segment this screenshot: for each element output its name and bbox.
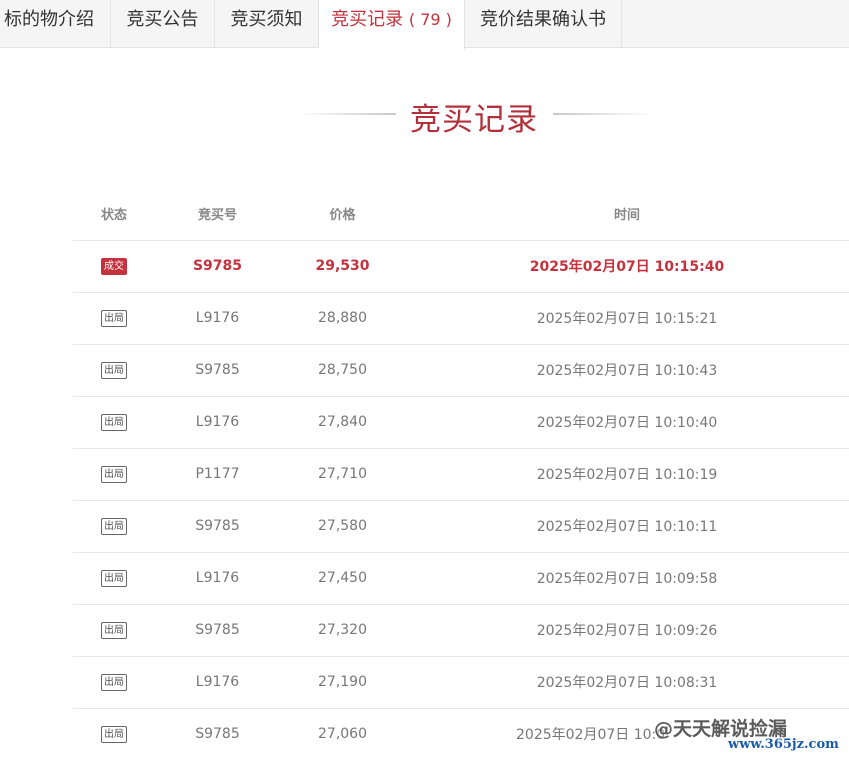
section-heading: 竞买记录 xyxy=(0,88,849,138)
status-cell: 出局 xyxy=(73,448,155,501)
price-cell: 29,530 xyxy=(280,240,405,293)
price-cell: 28,880 xyxy=(280,292,405,345)
bidder-cell: L9176 xyxy=(155,396,280,449)
time-cell: 2025年02月07日 10:10:11 xyxy=(405,500,849,553)
bidder-cell: L9176 xyxy=(155,552,280,605)
tab-label: 竞买记录 xyxy=(331,9,404,30)
bidder-cell: S9785 xyxy=(155,344,280,397)
tab-label: 竞买公告 xyxy=(126,9,199,30)
table-row: 出局 S9785 27,580 2025年02月07日 10:10:11 xyxy=(73,500,849,553)
status-badge: 出局 xyxy=(101,362,127,379)
tab-result-confirmation[interactable]: 竞价结果确认书 xyxy=(465,0,622,48)
status-cell: 成交 xyxy=(73,240,155,293)
price-cell: 27,320 xyxy=(280,604,405,657)
status-cell: 出局 xyxy=(73,552,155,605)
time-cell: 2025年02月07日 10:08:31 xyxy=(405,656,849,709)
status-badge: 出局 xyxy=(101,674,127,691)
table-row: 出局 L9176 27,190 2025年02月07日 10:08:31 xyxy=(73,656,849,709)
time-cell: 2025年02月07日 10:09:26 xyxy=(405,604,849,657)
price-cell: 27,450 xyxy=(280,552,405,605)
price-cell: 27,190 xyxy=(280,656,405,709)
bidder-cell: S9785 xyxy=(155,604,280,657)
status-badge: 出局 xyxy=(101,414,127,431)
price-cell: 27,710 xyxy=(280,448,405,501)
status-cell: 出局 xyxy=(73,292,155,345)
status-badge: 出局 xyxy=(101,726,127,743)
tab-bar: 标的物介绍 竞买公告 竞买须知 竞买记录 ( 79 ) 竞价结果确认书 xyxy=(0,0,849,49)
table-row: 出局 S9785 27,320 2025年02月07日 10:09:26 xyxy=(73,604,849,657)
status-badge: 成交 xyxy=(101,258,127,275)
bidder-cell: L9176 xyxy=(155,656,280,709)
table-row: 出局 P1177 27,710 2025年02月07日 10:10:19 xyxy=(73,448,849,501)
watermark-url: www.365jz.com xyxy=(728,737,839,752)
time-cell: 2025年02月07日 10:10:19 xyxy=(405,448,849,501)
bidder-cell: S9785 xyxy=(155,500,280,553)
status-cell: 出局 xyxy=(73,344,155,397)
header-time: 时间 xyxy=(405,188,849,241)
bidder-cell: S9785 xyxy=(155,240,280,293)
time-cell: 2025年02月07日 10:15:40 xyxy=(405,240,849,293)
status-badge: 出局 xyxy=(101,570,127,587)
table-row: 出局 L9176 28,880 2025年02月07日 10:15:21 xyxy=(73,292,849,345)
status-badge: 出局 xyxy=(101,518,127,535)
tab-notice[interactable]: 竞买须知 xyxy=(215,0,319,48)
tab-bid-records[interactable]: 竞买记录 ( 79 ) xyxy=(319,0,465,49)
table-header-row: 状态 竞买号 价格 时间 xyxy=(73,188,849,241)
tab-label: 竞价结果确认书 xyxy=(480,9,606,30)
price-cell: 27,060 xyxy=(280,708,405,760)
tab-announcement[interactable]: 竞买公告 xyxy=(111,0,215,48)
bidder-cell: L9176 xyxy=(155,292,280,345)
tab-item-intro[interactable]: 标的物介绍 xyxy=(0,0,111,48)
table-row: 成交 S9785 29,530 2025年02月07日 10:15:40 xyxy=(73,240,849,293)
heading-divider-right xyxy=(553,113,653,115)
status-badge: 出局 xyxy=(101,466,127,483)
tab-count: ( 79 ) xyxy=(408,10,452,29)
table-row: 出局 S9785 28,750 2025年02月07日 10:10:43 xyxy=(73,344,849,397)
time-cell: 2025年02月07日 10:10:40 xyxy=(405,396,849,449)
table-row: 出局 L9176 27,450 2025年02月07日 10:09:58 xyxy=(73,552,849,605)
price-cell: 28,750 xyxy=(280,344,405,397)
section-title: 竞买记录 xyxy=(410,102,538,138)
table-row: 出局 L9176 27,840 2025年02月07日 10:10:40 xyxy=(73,396,849,449)
price-cell: 27,840 xyxy=(280,396,405,449)
header-price: 价格 xyxy=(280,188,405,241)
header-bidder: 竞买号 xyxy=(155,188,280,241)
status-cell: 出局 xyxy=(73,500,155,553)
tab-label: 竞买须知 xyxy=(230,9,303,30)
time-cell: 2025年02月07日 10:09:58 xyxy=(405,552,849,605)
bidder-cell: S9785 xyxy=(155,708,280,760)
price-cell: 27,580 xyxy=(280,500,405,553)
heading-divider-left xyxy=(296,113,396,115)
status-cell: 出局 xyxy=(73,604,155,657)
tab-label: 标的物介绍 xyxy=(4,9,94,30)
bid-records-table: 状态 竞买号 价格 时间 成交 S9785 29,530 2025年02月07日… xyxy=(73,188,849,760)
bidder-cell: P1177 xyxy=(155,448,280,501)
time-cell: 2025年02月07日 10:10:43 xyxy=(405,344,849,397)
status-cell: 出局 xyxy=(73,396,155,449)
status-badge: 出局 xyxy=(101,310,127,327)
time-cell: 2025年02月07日 10:15:21 xyxy=(405,292,849,345)
status-cell: 出局 xyxy=(73,656,155,709)
header-status: 状态 xyxy=(73,188,155,241)
status-cell: 出局 xyxy=(73,708,155,760)
status-badge: 出局 xyxy=(101,622,127,639)
